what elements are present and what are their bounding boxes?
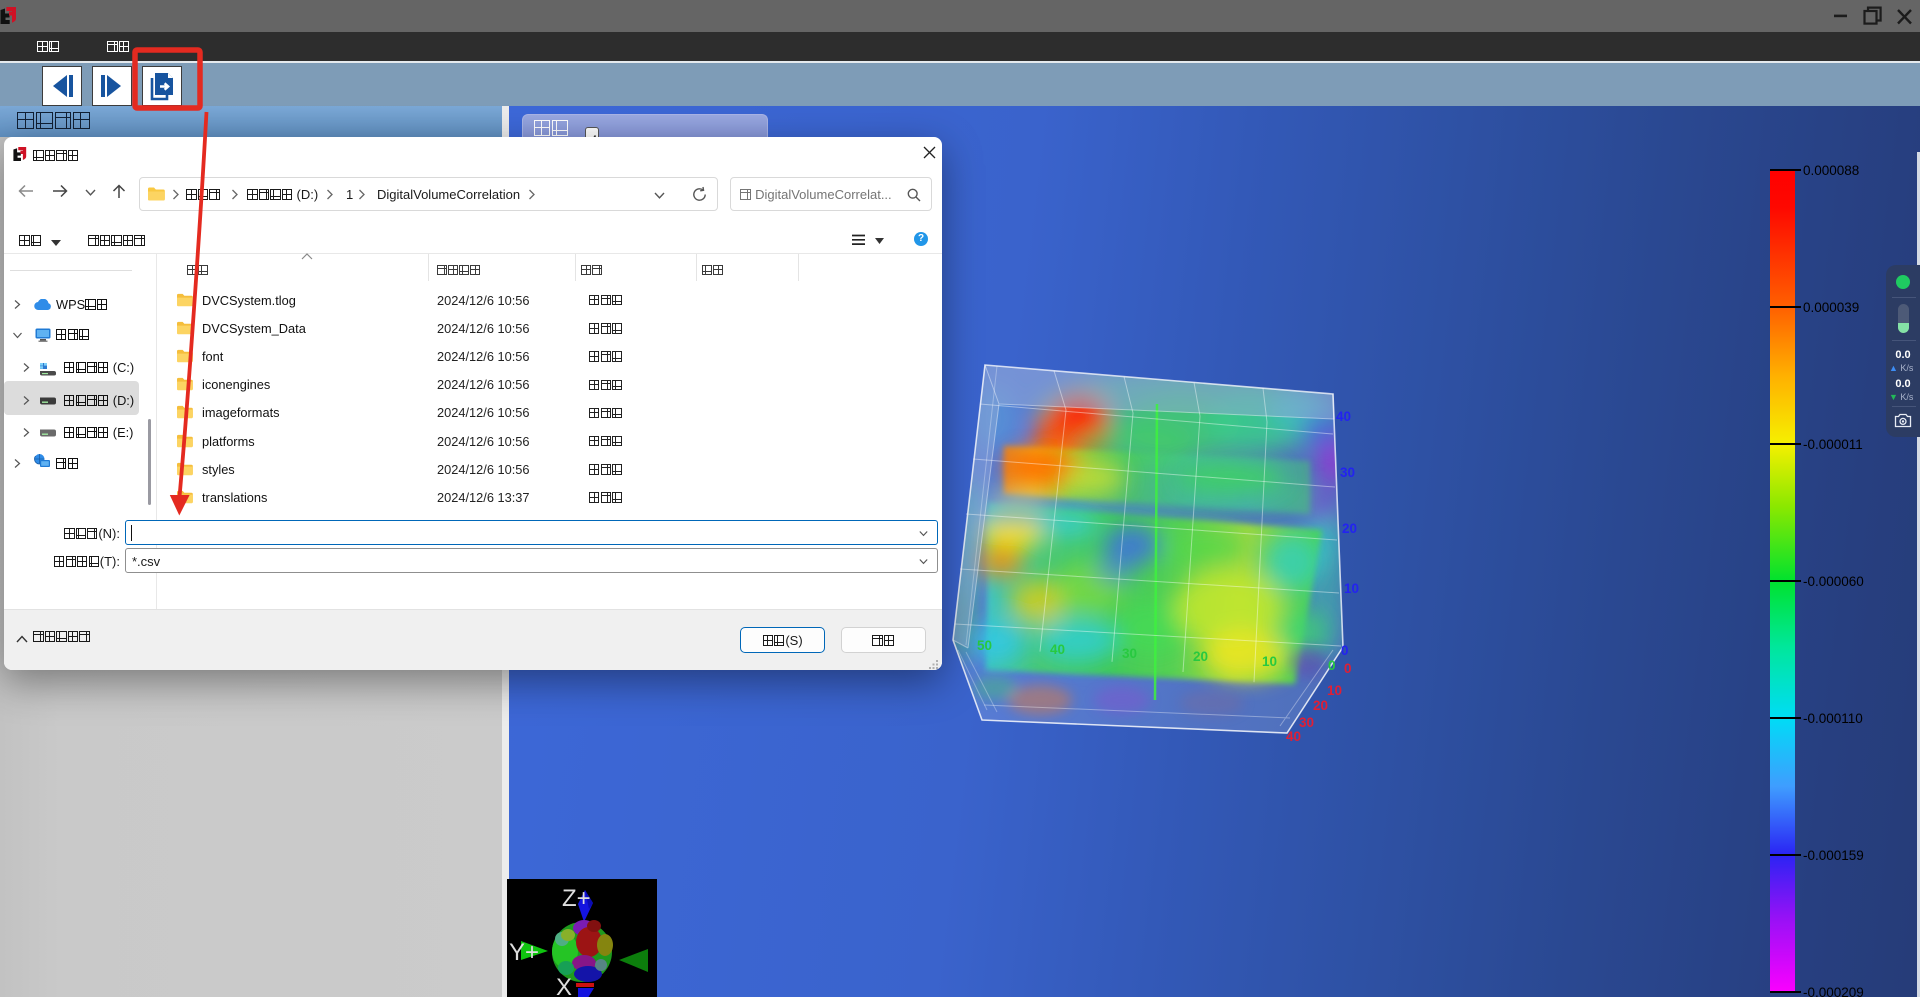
svg-text:50: 50 xyxy=(977,638,992,653)
svg-text:20: 20 xyxy=(1342,521,1357,536)
svg-text:0: 0 xyxy=(1341,643,1349,658)
svg-text:10: 10 xyxy=(1262,654,1277,669)
svg-text:40: 40 xyxy=(1286,729,1301,744)
svg-text:30: 30 xyxy=(1122,646,1137,661)
svg-text:10: 10 xyxy=(1344,581,1359,596)
svg-text:20: 20 xyxy=(1193,649,1208,664)
svg-text:0: 0 xyxy=(1328,658,1336,673)
svg-text:40: 40 xyxy=(1336,409,1351,424)
svg-text:30: 30 xyxy=(1299,715,1314,730)
svg-text:10: 10 xyxy=(1327,683,1342,698)
svg-text:30: 30 xyxy=(1340,465,1355,480)
svg-text:0: 0 xyxy=(1344,661,1352,676)
svg-text:20: 20 xyxy=(1313,698,1328,713)
svg-text:40: 40 xyxy=(1050,642,1065,657)
